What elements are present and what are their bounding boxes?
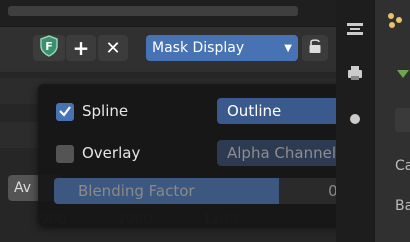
blending-factor-slider[interactable]: Blending Factor 0.7	[54, 178, 376, 204]
spline-checkbox[interactable]	[56, 103, 74, 121]
property-label: Ca	[395, 158, 410, 174]
top-strip	[0, 0, 336, 27]
expand-arrow-icon[interactable]	[397, 70, 409, 78]
svg-text:F: F	[45, 40, 53, 53]
scroll-bar[interactable]	[8, 6, 298, 16]
print-icon[interactable]	[344, 62, 366, 84]
spline-label: Spline	[82, 102, 129, 120]
dot-icon[interactable]	[344, 108, 366, 130]
tool-sidebar	[336, 0, 374, 242]
clip-editor-area: F + ✕ Mask Display ▼ Av Spline Outline O…	[0, 0, 394, 242]
mask-display-dropdown[interactable]: Mask Display ▼	[146, 35, 298, 61]
fake-user-button[interactable]: F	[33, 35, 65, 61]
overlay-mode-value: Alpha Channel	[227, 144, 336, 162]
plus-icon: +	[72, 36, 90, 60]
add-mask-button[interactable]: +	[66, 35, 96, 61]
editor-header: F + ✕ Mask Display ▼	[0, 27, 336, 67]
toolbar-icon[interactable]	[344, 18, 366, 40]
unlink-mask-button[interactable]: ✕	[98, 35, 128, 61]
property-label: Ba	[395, 198, 410, 214]
lock-button[interactable]	[302, 35, 328, 61]
checkmark-icon	[58, 103, 72, 122]
spline-display-value: Outline	[227, 102, 282, 120]
close-icon: ✕	[105, 37, 121, 59]
blending-factor-label: Blending Factor	[78, 182, 195, 200]
property-field[interactable]	[395, 108, 410, 132]
overlay-checkbox[interactable]	[56, 145, 74, 163]
chevron-down-icon: ▼	[284, 42, 292, 54]
scene-icon[interactable]	[385, 10, 405, 30]
app: F + ✕ Mask Display ▼ Av Spline Outline O…	[0, 0, 410, 242]
properties-panel: Ca Ba	[374, 0, 410, 242]
overlay-label: Overlay	[82, 144, 141, 162]
average-button-label: Av	[14, 180, 32, 196]
mask-display-label: Mask Display	[152, 40, 245, 56]
shield-icon: F	[39, 35, 59, 61]
lock-icon	[308, 38, 322, 58]
